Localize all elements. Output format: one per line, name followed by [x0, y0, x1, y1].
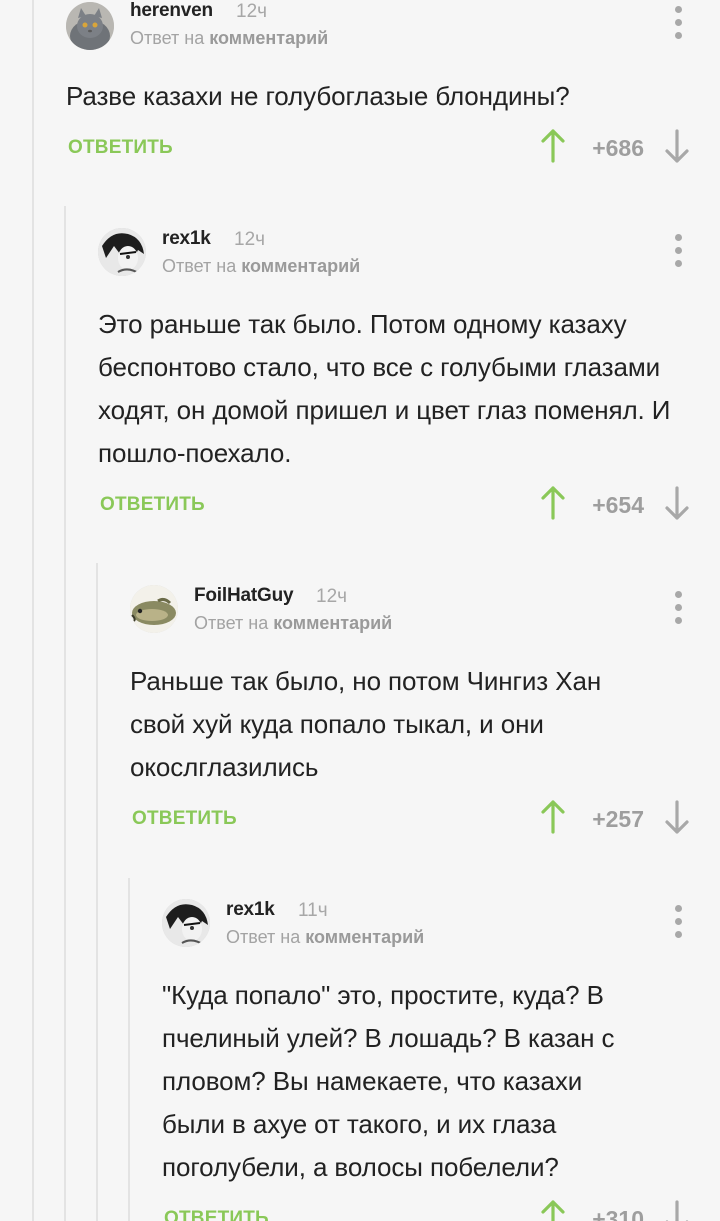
reply-button[interactable]: ОТВЕТИТЬ: [132, 808, 237, 830]
comment-time: 12ч: [234, 229, 266, 250]
comment-actions: ОТВЕТИТЬ +257: [130, 800, 720, 840]
reply-button[interactable]: ОТВЕТИТЬ: [68, 137, 173, 159]
downvote-arrow-icon[interactable]: [664, 800, 690, 834]
thread-line-4: [128, 878, 130, 1221]
comment-thread: herenven 12ч Ответ на комментарий Разве …: [0, 0, 720, 1221]
comment-text: Разве казахи не голубоглазые блондины?: [66, 81, 570, 111]
anime-avatar-icon[interactable]: [98, 228, 146, 276]
reply-to-link[interactable]: комментарий: [273, 613, 392, 633]
reply-to-line: Ответ на комментарий: [130, 28, 328, 49]
comment-2: rex1k 12ч Ответ на комментарий Это раньш…: [98, 228, 720, 526]
more-options-icon[interactable]: [666, 905, 690, 939]
fish-avatar-icon[interactable]: [130, 585, 178, 633]
comment-3: FoilHatGuy 12ч Ответ на комментарий Рань…: [130, 585, 720, 840]
reply-to-line: Ответ на комментарий: [226, 927, 424, 948]
upvote-arrow-icon[interactable]: [540, 800, 566, 834]
reply-to-prefix: Ответ на: [194, 613, 269, 633]
upvote-arrow-icon[interactable]: [540, 129, 566, 163]
upvote-arrow-icon[interactable]: [540, 1200, 566, 1221]
reply-button[interactable]: ОТВЕТИТЬ: [164, 1208, 269, 1221]
more-options-icon[interactable]: [666, 591, 690, 625]
comment-header: rex1k 12ч Ответ на комментарий: [98, 228, 720, 288]
comment-time: 12ч: [236, 1, 268, 22]
more-options-icon[interactable]: [666, 6, 690, 40]
comment-1: herenven 12ч Ответ на комментарий Разве …: [66, 0, 720, 169]
comment-header: rex1k 11ч Ответ на комментарий: [162, 899, 720, 959]
reply-to-link[interactable]: комментарий: [241, 256, 360, 276]
comment-header: FoilHatGuy 12ч Ответ на комментарий: [130, 585, 720, 645]
comment-text: "Куда попало" это, простите, куда? В пче…: [162, 980, 615, 1182]
reply-to-link[interactable]: комментарий: [209, 28, 328, 48]
downvote-arrow-icon[interactable]: [664, 1200, 690, 1221]
author-name[interactable]: FoilHatGuy: [194, 585, 294, 607]
reply-to-prefix: Ответ на: [162, 256, 237, 276]
comment-text: Это раньше так было. Потом одному казаху…: [98, 309, 671, 468]
rating-value: +257: [592, 806, 644, 832]
upvote-arrow-icon[interactable]: [540, 486, 566, 520]
reply-to-line: Ответ на комментарий: [194, 613, 392, 634]
thread-line-1: [32, 0, 34, 1221]
downvote-arrow-icon[interactable]: [664, 486, 690, 520]
comment-time: 12ч: [316, 586, 348, 607]
reply-button[interactable]: ОТВЕТИТЬ: [100, 494, 205, 516]
thread-line-2: [64, 206, 66, 1221]
reply-to-line: Ответ на комментарий: [162, 256, 360, 277]
reply-to-prefix: Ответ на: [226, 927, 301, 947]
comment-actions: ОТВЕТИТЬ +310: [162, 1200, 720, 1221]
anime-avatar-icon[interactable]: [162, 899, 210, 947]
author-name[interactable]: herenven: [130, 0, 213, 22]
comment-header: herenven 12ч Ответ на комментарий: [66, 0, 720, 60]
comment-4: rex1k 11ч Ответ на комментарий "Куда поп…: [162, 899, 720, 1221]
more-options-icon[interactable]: [666, 234, 690, 268]
comment-text: Раньше так было, но потом Чингиз Хан сво…: [130, 666, 602, 782]
downvote-arrow-icon[interactable]: [664, 129, 690, 163]
author-name[interactable]: rex1k: [226, 899, 275, 921]
comment-actions: ОТВЕТИТЬ +654: [98, 486, 720, 526]
rating-value: +686: [592, 135, 644, 161]
comment-actions: ОТВЕТИТЬ +686: [66, 129, 720, 169]
reply-to-prefix: Ответ на: [130, 28, 205, 48]
thread-line-3: [96, 563, 98, 1221]
cat-avatar-icon[interactable]: [66, 2, 114, 50]
comment-time: 11ч: [298, 900, 328, 921]
rating-value: +654: [592, 492, 644, 518]
rating-value: +310: [592, 1206, 644, 1221]
author-name[interactable]: rex1k: [162, 228, 211, 250]
reply-to-link[interactable]: комментарий: [305, 927, 424, 947]
